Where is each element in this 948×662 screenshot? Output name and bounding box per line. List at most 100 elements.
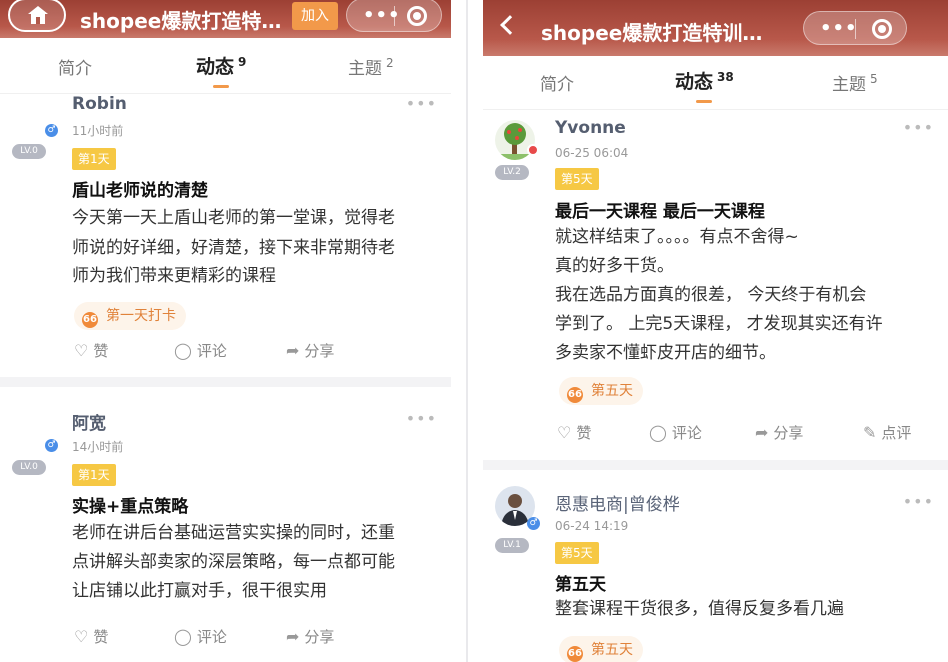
share-label: 分享 bbox=[304, 628, 335, 646]
back-arrow-icon[interactable] bbox=[500, 15, 520, 35]
post-time: 14小时前 bbox=[72, 440, 124, 454]
tab-label: 简介 bbox=[540, 75, 574, 95]
day-badge: 第1天 bbox=[72, 148, 116, 170]
more-options-icon[interactable]: ••• bbox=[406, 94, 437, 113]
home-button[interactable] bbox=[8, 0, 66, 32]
capsule-divider bbox=[855, 19, 856, 39]
like-button[interactable]: ♡ 赞 bbox=[557, 422, 591, 443]
post-title: 最后一天课程 最后一天课程 bbox=[555, 202, 765, 222]
quote-icon: 66 bbox=[567, 646, 583, 662]
post-body-line: 今天第一天上盾山老师的第一堂课，觉得老 bbox=[72, 208, 395, 228]
post-body-line: 点讲解头部卖家的深层策略，每一点都可能 bbox=[72, 552, 395, 572]
close-target-icon[interactable] bbox=[872, 19, 892, 39]
tab-topics[interactable]: 主题 2 bbox=[348, 54, 394, 79]
quote-icon: 66 bbox=[567, 387, 583, 403]
topic-tag-label: 第五天 bbox=[591, 642, 633, 658]
male-gender-icon: ♂ bbox=[45, 124, 58, 137]
post-title: 实操+重点策略 bbox=[72, 497, 189, 517]
author-name[interactable]: 阿宽 bbox=[72, 409, 106, 434]
like-label: 赞 bbox=[93, 628, 109, 646]
share-arrow-icon: ➦ bbox=[286, 341, 300, 360]
comment-bubble-icon: ◯ bbox=[649, 423, 667, 442]
post-card[interactable]: Yvonne ••• 06-25 06:04 LV.2 第5天 最后一天课程 最… bbox=[483, 110, 948, 460]
post-title: 盾山老师说的清楚 bbox=[72, 181, 208, 201]
share-label: 分享 bbox=[773, 424, 804, 442]
header-bar: shopee爆款打造特… 加入 ••• bbox=[0, 0, 451, 38]
share-label: 分享 bbox=[304, 342, 335, 360]
level-badge: LV.2 bbox=[495, 165, 529, 180]
day-badge: 第1天 bbox=[72, 464, 116, 486]
post-time: 06-25 06:04 bbox=[555, 146, 629, 160]
comment-label: 评论 bbox=[196, 628, 227, 646]
tab-count: 9 bbox=[238, 54, 247, 69]
more-options-icon[interactable]: ••• bbox=[406, 409, 437, 428]
comment-button[interactable]: ◯ 评论 bbox=[174, 626, 227, 647]
post-body-line: 让店铺以此打赢对手，很干很实用 bbox=[72, 581, 327, 601]
share-button[interactable]: ➦ 分享 bbox=[755, 422, 803, 443]
author-name[interactable]: Yvonne bbox=[555, 118, 626, 138]
topic-tag-label: 第一天打卡 bbox=[106, 308, 176, 324]
more-options-icon[interactable]: ••• bbox=[903, 492, 934, 511]
tab-count: 2 bbox=[386, 56, 394, 71]
male-gender-icon: ♂ bbox=[527, 517, 540, 530]
post-body-line: 师为我们带来更精彩的课程 bbox=[72, 266, 276, 286]
post-time: 11小时前 bbox=[72, 124, 124, 138]
home-icon bbox=[28, 6, 48, 24]
comment-button[interactable]: ◯ 评论 bbox=[649, 422, 702, 443]
tab-feed[interactable]: 动态 38 bbox=[675, 67, 734, 103]
topic-tag[interactable]: 66 第一天打卡 bbox=[74, 302, 186, 330]
share-button[interactable]: ➦ 分享 bbox=[286, 626, 334, 647]
tab-label: 主题 bbox=[832, 75, 866, 95]
tab-topics[interactable]: 主题 5 bbox=[832, 70, 878, 95]
comment-label: 评论 bbox=[196, 342, 227, 360]
post-body-line: 我在选品方面真的很差， 今天终于有机会 bbox=[555, 285, 867, 305]
more-menu-icon[interactable]: ••• bbox=[820, 18, 858, 39]
post-divider bbox=[0, 377, 451, 387]
mini-program-capsule: ••• bbox=[803, 11, 907, 45]
share-button[interactable]: ➦ 分享 bbox=[286, 340, 334, 361]
comment-button[interactable]: ◯ 评论 bbox=[174, 340, 227, 361]
like-label: 赞 bbox=[576, 424, 592, 442]
tab-intro[interactable]: 简介 bbox=[58, 54, 92, 79]
topic-tag[interactable]: 66 第五天 bbox=[559, 636, 643, 662]
left-screen: shopee爆款打造特… 加入 ••• 简介 动态 9 主题 2 Robin •••… bbox=[0, 0, 451, 662]
tab-intro[interactable]: 简介 bbox=[540, 70, 574, 95]
join-button[interactable]: 加入 bbox=[292, 2, 338, 30]
post-card[interactable]: 阿宽 ••• ♂ 14小时前 LV.0 第1天 实操+重点策略 老师在讲后台基础… bbox=[0, 387, 451, 662]
post-body-line: 多卖家不懂虾皮开店的细节。 bbox=[555, 343, 776, 363]
close-target-icon[interactable] bbox=[407, 6, 427, 26]
level-badge: LV.0 bbox=[12, 460, 46, 475]
post-body-line: 学到了。 上完5天课程， 才发现其实还有许 bbox=[555, 314, 883, 334]
post-card[interactable]: Robin ••• ♂ 11小时前 LV.0 第1天 盾山老师说的清楚 今天第一… bbox=[0, 94, 451, 376]
more-options-icon[interactable]: ••• bbox=[903, 118, 934, 137]
post-card[interactable]: ♂ 恩惠电商|曾俊桦 ••• 06-24 14:19 LV.1 第5天 第五天 … bbox=[483, 470, 948, 662]
like-button[interactable]: ♡ 赞 bbox=[74, 626, 108, 647]
post-body-line: 师说的好详细，好清楚，接下来非常期待老 bbox=[72, 238, 395, 258]
status-dot-icon bbox=[527, 144, 539, 156]
topic-tag[interactable]: 66 第五天 bbox=[559, 377, 643, 405]
right-screen: shopee爆款打造特训… ••• 简介 动态 38 主题 5 Yvonne •••… bbox=[483, 0, 948, 662]
author-name[interactable]: 恩惠电商|曾俊桦 bbox=[555, 490, 680, 515]
level-badge: LV.1 bbox=[495, 538, 529, 553]
comment-bubble-icon: ◯ bbox=[174, 341, 192, 360]
post-divider bbox=[483, 460, 948, 470]
heart-icon: ♡ bbox=[74, 341, 89, 360]
male-gender-icon: ♂ bbox=[45, 439, 58, 452]
share-arrow-icon: ➦ bbox=[286, 627, 300, 646]
day-badge: 第5天 bbox=[555, 168, 599, 190]
post-time: 06-24 14:19 bbox=[555, 519, 629, 533]
tab-label: 简介 bbox=[58, 59, 92, 79]
tab-count: 5 bbox=[870, 72, 878, 87]
author-name[interactable]: Robin bbox=[72, 94, 127, 114]
level-badge: LV.0 bbox=[12, 144, 46, 159]
post-body-line: 整套课程干货很多，值得反复多看几遍 bbox=[555, 599, 844, 619]
heart-icon: ♡ bbox=[74, 627, 89, 646]
review-button[interactable]: ✎ 点评 bbox=[863, 422, 911, 443]
review-label: 点评 bbox=[881, 424, 912, 442]
tab-label: 主题 bbox=[348, 59, 382, 79]
tab-feed[interactable]: 动态 9 bbox=[196, 52, 247, 88]
like-button[interactable]: ♡ 赞 bbox=[74, 340, 108, 361]
like-label: 赞 bbox=[93, 342, 109, 360]
comment-bubble-icon: ◯ bbox=[174, 627, 192, 646]
tab-count: 38 bbox=[717, 69, 734, 84]
